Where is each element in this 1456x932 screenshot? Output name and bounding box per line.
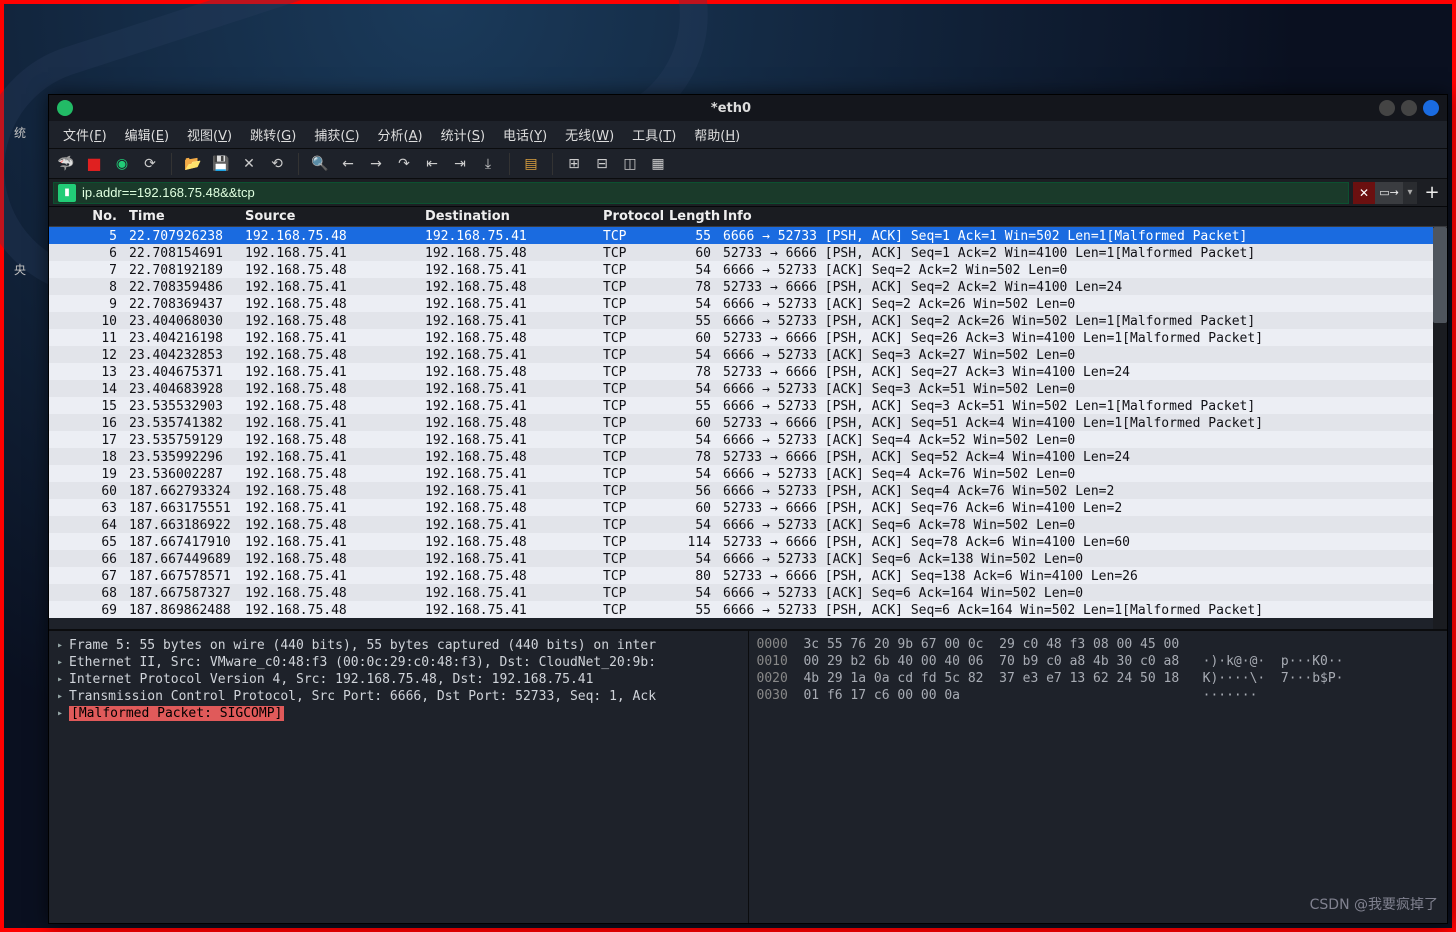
stop-capture-button[interactable]: ■ (83, 153, 105, 175)
maximize-button[interactable] (1401, 100, 1417, 116)
wireshark-fin-icon (57, 100, 73, 116)
save-button[interactable]: 💾 (210, 153, 232, 175)
packet-row[interactable]: 822.708359486192.168.75.41192.168.75.48T… (49, 278, 1447, 295)
expand-icon[interactable]: ▸ (57, 674, 63, 685)
close-file-button[interactable]: ✕ (238, 153, 260, 175)
menu-捕获(C)[interactable]: 捕获(C) (306, 121, 367, 148)
find-button[interactable]: 🔍 (309, 153, 331, 175)
reload-button[interactable]: ⟲ (266, 153, 288, 175)
hex-row[interactable]: 0030 01 f6 17 c6 00 00 0a ······· (757, 688, 1440, 705)
packet-row[interactable]: 1923.536002287192.168.75.48192.168.75.41… (49, 465, 1447, 482)
add-filter-button[interactable]: + (1421, 182, 1443, 204)
packet-row[interactable]: 67187.667578571192.168.75.41192.168.75.4… (49, 567, 1447, 584)
tree-item[interactable]: ▸[Malformed Packet: SIGCOMP] (57, 705, 740, 722)
tree-item[interactable]: ▸Transmission Control Protocol, Src Port… (57, 688, 740, 705)
minimize-button[interactable] (1379, 100, 1395, 116)
menu-编辑(E)[interactable]: 编辑(E) (117, 121, 177, 148)
packet-row[interactable]: 66187.667449689192.168.75.48192.168.75.4… (49, 550, 1447, 567)
packet-details-pane[interactable]: ▸Frame 5: 55 bytes on wire (440 bits), 5… (49, 631, 748, 923)
packet-row[interactable]: 522.707926238192.168.75.48192.168.75.41T… (49, 227, 1447, 244)
packet-row[interactable]: 60187.662793324192.168.75.48192.168.75.4… (49, 482, 1447, 499)
next-button[interactable]: → (365, 153, 387, 175)
packet-row[interactable]: 63187.663175551192.168.75.41192.168.75.4… (49, 499, 1447, 516)
zoom-out-button[interactable]: ⊟ (591, 153, 613, 175)
display-filter-input[interactable] (80, 185, 1348, 200)
restart-capture-button[interactable]: ⟳ (139, 153, 161, 175)
packet-row[interactable]: 1723.535759129192.168.75.48192.168.75.41… (49, 431, 1447, 448)
packet-row[interactable]: 1023.404068030192.168.75.48192.168.75.41… (49, 312, 1447, 329)
expand-icon[interactable]: ▸ (57, 708, 63, 719)
zoom-in-button[interactable]: ⊞ (563, 153, 585, 175)
packet-list-pane[interactable]: No. Time Source Destination Protocol Len… (49, 207, 1447, 631)
menu-跳转(G)[interactable]: 跳转(G) (242, 121, 304, 148)
menu-帮助(H)[interactable]: 帮助(H) (686, 121, 748, 148)
colorize-button[interactable]: ▤ (520, 153, 542, 175)
window-title: *eth0 (83, 101, 1379, 116)
expand-icon[interactable]: ▸ (57, 657, 63, 668)
packet-list-scrollbar[interactable] (1433, 227, 1447, 629)
watermark-text: CSDN @我要疯掉了 (1310, 894, 1438, 914)
packet-row[interactable]: 922.708369437192.168.75.48192.168.75.41T… (49, 295, 1447, 312)
packet-row[interactable]: 1623.535741382192.168.75.41192.168.75.48… (49, 414, 1447, 431)
packet-row[interactable]: 65187.667417910192.168.75.41192.168.75.4… (49, 533, 1447, 550)
packet-row[interactable]: 622.708154691192.168.75.41192.168.75.48T… (49, 244, 1447, 261)
packet-row[interactable]: 722.708192189192.168.75.48192.168.75.41T… (49, 261, 1447, 278)
packet-row[interactable]: 1223.404232853192.168.75.48192.168.75.41… (49, 346, 1447, 363)
expand-icon[interactable]: ▸ (57, 691, 63, 702)
display-filter-box: ▮ (53, 182, 1349, 204)
hex-row[interactable]: 0020 4b 29 1a 0a cd fd 5c 82 37 e3 e7 13… (757, 671, 1440, 688)
toolbar: 🦈 ■ ◉ ⟳ 📂 💾 ✕ ⟲ 🔍 ← → ↷ ⇤ ⇥ ⤓ ▤ ⊞ ⊟ ◫ ▦ (49, 149, 1447, 179)
menu-视图(V)[interactable]: 视图(V) (179, 121, 240, 148)
expand-icon[interactable]: ▸ (57, 640, 63, 651)
packet-row[interactable]: 1423.404683928192.168.75.48192.168.75.41… (49, 380, 1447, 397)
hex-row[interactable]: 0010 00 29 b2 6b 40 00 40 06 70 b9 c0 a8… (757, 654, 1440, 671)
menu-工具(T)[interactable]: 工具(T) (624, 121, 684, 148)
packet-list-header[interactable]: No. Time Source Destination Protocol Len… (49, 207, 1447, 227)
tree-item[interactable]: ▸Internet Protocol Version 4, Src: 192.1… (57, 671, 740, 688)
first-button[interactable]: ⇤ (421, 153, 443, 175)
open-button[interactable]: 📂 (182, 153, 204, 175)
menu-分析(A)[interactable]: 分析(A) (370, 121, 431, 148)
menu-文件(F)[interactable]: 文件(F) (55, 121, 115, 148)
menubar: 文件(F)编辑(E)视图(V)跳转(G)捕获(C)分析(A)统计(S)电话(Y)… (49, 121, 1447, 149)
hex-row[interactable]: 0000 3c 55 76 20 9b 67 00 0c 29 c0 48 f3… (757, 637, 1440, 654)
prev-button[interactable]: ← (337, 153, 359, 175)
packet-row[interactable]: 1323.404675371192.168.75.41192.168.75.48… (49, 363, 1447, 380)
packet-row[interactable]: 69187.869862488192.168.75.48192.168.75.4… (49, 601, 1447, 618)
wireshark-window: *eth0 文件(F)编辑(E)视图(V)跳转(G)捕获(C)分析(A)统计(S… (48, 94, 1448, 924)
packet-bytes-pane[interactable]: 0000 3c 55 76 20 9b 67 00 0c 29 c0 48 f3… (748, 631, 1448, 923)
packet-row[interactable]: 1123.404216198192.168.75.41192.168.75.48… (49, 329, 1447, 346)
autoscroll-button[interactable]: ⤓ (477, 153, 499, 175)
bottom-panes: ▸Frame 5: 55 bytes on wire (440 bits), 5… (49, 631, 1447, 923)
start-capture-button[interactable]: ◉ (111, 153, 133, 175)
fin-icon[interactable]: 🦈 (55, 153, 77, 175)
clear-filter-button[interactable]: ✕ (1353, 182, 1375, 204)
packet-row[interactable]: 1523.535532903192.168.75.48192.168.75.41… (49, 397, 1447, 414)
packet-row[interactable]: 68187.667587327192.168.75.48192.168.75.4… (49, 584, 1447, 601)
menu-电话(Y)[interactable]: 电话(Y) (495, 121, 555, 148)
desktop-text-deco: 统 央 (8, 124, 32, 278)
close-button[interactable] (1423, 100, 1439, 116)
packet-row[interactable]: 1823.535992296192.168.75.41192.168.75.48… (49, 448, 1447, 465)
packet-row[interactable]: 64187.663186922192.168.75.48192.168.75.4… (49, 516, 1447, 533)
display-filter-bar: ▮ ✕ ▭→ ▾ + (49, 179, 1447, 207)
jump-button[interactable]: ↷ (393, 153, 415, 175)
filter-history-dropdown[interactable]: ▾ (1403, 182, 1417, 204)
menu-统计(S)[interactable]: 统计(S) (433, 121, 493, 148)
tree-item[interactable]: ▸Frame 5: 55 bytes on wire (440 bits), 5… (57, 637, 740, 654)
last-button[interactable]: ⇥ (449, 153, 471, 175)
resize-columns-button[interactable]: ▦ (647, 153, 669, 175)
titlebar[interactable]: *eth0 (49, 95, 1447, 121)
menu-无线(W)[interactable]: 无线(W) (557, 121, 622, 148)
bookmark-filter-icon[interactable]: ▮ (58, 184, 76, 202)
tree-item[interactable]: ▸Ethernet II, Src: VMware_c0:48:f3 (00:0… (57, 654, 740, 671)
zoom-reset-button[interactable]: ◫ (619, 153, 641, 175)
apply-filter-button[interactable]: ▭→ (1375, 182, 1403, 204)
